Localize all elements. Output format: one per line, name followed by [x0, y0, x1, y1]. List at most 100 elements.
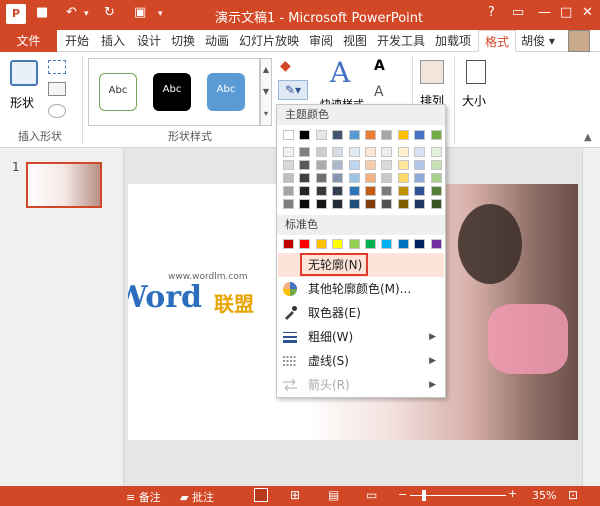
color-swatch[interactable] — [283, 239, 294, 249]
color-swatch[interactable] — [430, 147, 442, 157]
arrange-icon[interactable] — [420, 60, 444, 84]
color-swatch[interactable] — [348, 130, 360, 140]
reading-view-icon[interactable]: ▤ — [328, 488, 339, 502]
zoom-in-icon[interactable]: + — [508, 487, 517, 500]
color-swatch[interactable] — [365, 130, 376, 140]
repeat-icon[interactable]: ↻ — [104, 5, 115, 20]
tab-file[interactable]: 文件 — [0, 30, 57, 52]
customize-toolbar-icon[interactable]: ▾ — [158, 9, 163, 19]
color-swatch[interactable] — [283, 199, 294, 209]
color-swatch[interactable] — [283, 160, 294, 170]
edit-shape-icon[interactable] — [48, 60, 66, 74]
undo-dropdown-icon[interactable]: ▾ — [84, 9, 89, 19]
color-swatch[interactable] — [414, 160, 426, 170]
vertical-scrollbar[interactable] — [582, 148, 600, 486]
color-swatch[interactable] — [299, 147, 311, 157]
tab-insert[interactable]: 插入 — [98, 30, 128, 52]
maximize-icon[interactable]: □ — [560, 5, 572, 20]
color-swatch[interactable] — [430, 186, 442, 196]
tab-transitions[interactable]: 切换 — [168, 30, 198, 52]
tab-design[interactable]: 设计 — [134, 30, 164, 52]
zoom-slider-thumb[interactable] — [422, 490, 426, 501]
color-swatch[interactable] — [332, 147, 344, 157]
notes-button[interactable]: ≡ 备注 — [126, 489, 161, 505]
color-swatch[interactable] — [315, 239, 327, 249]
color-swatch[interactable] — [397, 130, 409, 140]
wordart-quick-styles-icon[interactable]: A — [330, 56, 350, 89]
color-swatch[interactable] — [299, 186, 311, 196]
slide-thumbnail[interactable] — [26, 162, 102, 208]
start-slideshow-icon[interactable]: ▣ — [134, 5, 146, 20]
color-swatch[interactable] — [430, 173, 442, 183]
color-swatch[interactable] — [348, 160, 360, 170]
user-avatar[interactable] — [568, 30, 590, 52]
text-box-icon[interactable] — [48, 82, 66, 96]
color-swatch[interactable] — [365, 199, 376, 209]
color-swatch[interactable] — [315, 130, 327, 140]
color-swatch[interactable] — [414, 186, 426, 196]
size-icon[interactable] — [466, 60, 486, 84]
ribbon-display-options-icon[interactable]: ▭ — [512, 5, 524, 20]
tab-view[interactable]: 视图 — [340, 30, 370, 52]
styles-scroll[interactable]: ▲ ▼ ▾ — [260, 58, 272, 126]
style-preset-blue[interactable]: Abc — [207, 73, 245, 111]
color-swatch[interactable] — [332, 160, 344, 170]
color-swatch[interactable] — [283, 147, 294, 157]
color-swatch[interactable] — [348, 186, 360, 196]
color-swatch[interactable] — [315, 173, 327, 183]
color-swatch[interactable] — [381, 199, 393, 209]
color-swatch[interactable] — [299, 130, 311, 140]
color-swatch[interactable] — [365, 186, 376, 196]
zoom-level[interactable]: 35% — [532, 489, 556, 502]
collapse-ribbon-icon[interactable]: ▲ — [584, 132, 592, 143]
size-label[interactable]: 大小 — [462, 92, 486, 109]
color-swatch[interactable] — [414, 130, 426, 140]
color-swatch[interactable] — [414, 173, 426, 183]
color-swatch[interactable] — [381, 239, 393, 249]
close-icon[interactable]: ✕ — [582, 5, 593, 20]
shape-outline-button[interactable]: ✎▾ — [278, 80, 308, 100]
color-swatch[interactable] — [365, 173, 376, 183]
tab-developer[interactable]: 开发工具 — [374, 30, 428, 52]
user-name[interactable]: 胡俊 ▾ — [520, 30, 556, 52]
comments-button[interactable]: ▰ 批注 — [180, 489, 214, 505]
slideshow-view-icon[interactable]: ▭ — [366, 488, 377, 502]
zoom-out-icon[interactable]: − — [398, 488, 407, 501]
help-icon[interactable]: ? — [488, 5, 495, 20]
color-swatch[interactable] — [283, 173, 294, 183]
tab-home[interactable]: 开始 — [62, 30, 92, 52]
color-swatch[interactable] — [315, 160, 327, 170]
outline-menu-item[interactable]: 取色器(E) — [278, 301, 444, 325]
tab-addins[interactable]: 加载项 — [432, 30, 474, 52]
color-swatch[interactable] — [283, 186, 294, 196]
merge-shapes-icon[interactable] — [48, 104, 66, 118]
style-preset-outline[interactable]: Abc — [99, 73, 137, 111]
color-swatch[interactable] — [381, 173, 393, 183]
color-swatch[interactable] — [381, 186, 393, 196]
undo-icon[interactable]: ↶ — [66, 5, 77, 20]
text-fill-icon[interactable]: A — [374, 58, 385, 74]
color-swatch[interactable] — [348, 173, 360, 183]
color-swatch[interactable] — [430, 130, 442, 140]
color-swatch[interactable] — [332, 173, 344, 183]
color-swatch[interactable] — [397, 160, 409, 170]
color-swatch[interactable] — [365, 160, 376, 170]
fit-slide-icon[interactable]: ⊡ — [568, 488, 578, 502]
outline-menu-item[interactable]: 虚线(S) ▶ — [278, 349, 444, 373]
color-swatch[interactable] — [397, 239, 409, 249]
tab-format[interactable]: 格式 — [478, 30, 516, 52]
color-swatch[interactable] — [397, 147, 409, 157]
color-swatch[interactable] — [365, 147, 376, 157]
color-swatch[interactable] — [381, 147, 393, 157]
normal-view-icon[interactable] — [254, 488, 268, 502]
shapes-gallery-icon[interactable] — [10, 60, 38, 86]
style-preset-black[interactable]: Abc — [153, 73, 191, 111]
color-swatch[interactable] — [332, 199, 344, 209]
color-swatch[interactable] — [397, 186, 409, 196]
shape-label[interactable]: 形状 — [10, 94, 34, 111]
color-swatch[interactable] — [332, 239, 344, 249]
tab-animations[interactable]: 动画 — [202, 30, 232, 52]
color-swatch[interactable] — [332, 186, 344, 196]
outline-menu-item[interactable]: 其他轮廓颜色(M)... — [278, 277, 444, 301]
color-swatch[interactable] — [414, 147, 426, 157]
